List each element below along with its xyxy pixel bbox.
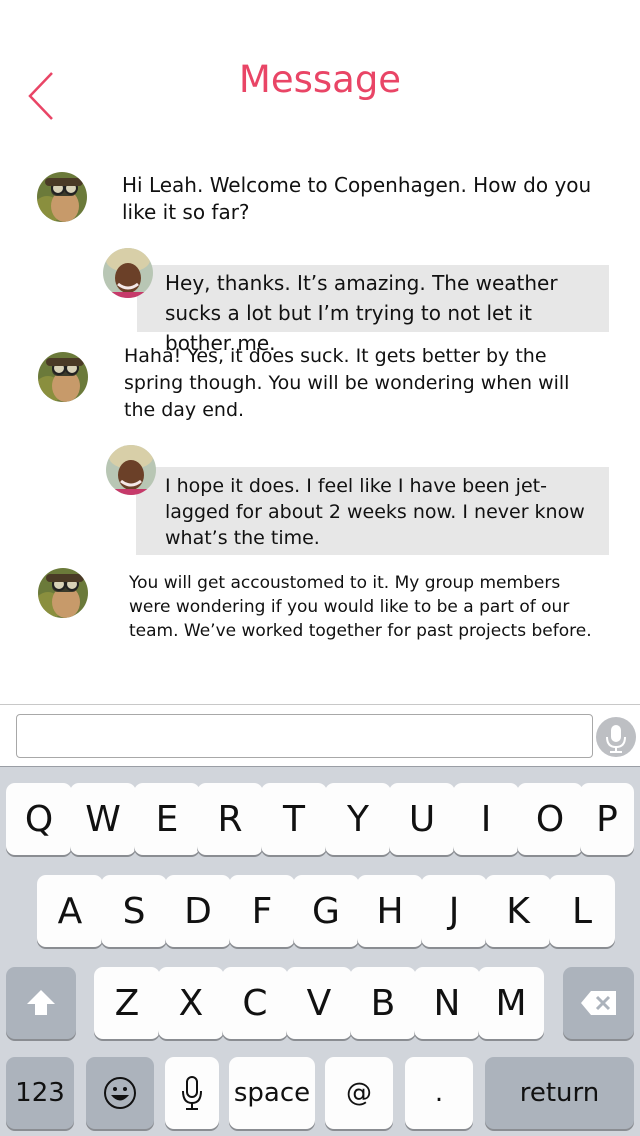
emoji-face-icon <box>104 1077 136 1109</box>
contact-avatar[interactable] <box>38 568 88 618</box>
user-avatar[interactable] <box>103 248 153 298</box>
message-input[interactable] <box>16 714 593 758</box>
key-y[interactable]: Y <box>325 783 391 855</box>
key-n[interactable]: N <box>414 967 480 1039</box>
microphone-icon <box>606 725 626 753</box>
avatar-aviator-goggles-icon <box>38 568 88 618</box>
avatar-aviator-goggles-icon <box>38 352 88 402</box>
page-title: Message <box>238 58 402 101</box>
key-e[interactable]: E <box>134 783 200 855</box>
numbers-key[interactable]: 123 <box>6 1057 74 1129</box>
message-text: Hi Leah. Welcome to Copenhagen. How do y… <box>122 173 592 224</box>
key-f[interactable]: F <box>229 875 295 947</box>
key-i[interactable]: I <box>453 783 519 855</box>
microphone-button[interactable] <box>596 717 636 757</box>
key-m[interactable]: M <box>478 967 544 1039</box>
shift-arrow-icon <box>27 990 55 1015</box>
space-key[interactable]: space <box>229 1057 315 1129</box>
key-t[interactable]: T <box>261 783 327 855</box>
key-p[interactable]: P <box>580 783 634 855</box>
key-x[interactable]: X <box>158 967 224 1039</box>
contact-avatar[interactable] <box>38 352 88 402</box>
dictation-key[interactable] <box>165 1057 219 1129</box>
key-o[interactable]: O <box>517 783 583 855</box>
key-c[interactable]: C <box>222 967 288 1039</box>
avatar-leah-icon <box>106 445 156 495</box>
key-d[interactable]: D <box>165 875 231 947</box>
key-v[interactable]: V <box>286 967 352 1039</box>
message-text: Haha! Yes, it does suck. It gets better … <box>124 345 570 421</box>
message-bubble: I hope it does. I feel like I have been … <box>136 467 609 555</box>
key-g[interactable]: G <box>293 875 359 947</box>
at-key[interactable]: @ <box>325 1057 393 1129</box>
return-key[interactable]: return <box>485 1057 634 1129</box>
key-s[interactable]: S <box>101 875 167 947</box>
emoji-key[interactable] <box>86 1057 154 1129</box>
contact-avatar[interactable] <box>37 172 87 222</box>
key-a[interactable]: A <box>37 875 103 947</box>
message-bubble: Hey, thanks. It’s amazing. The weather s… <box>137 265 609 355</box>
delete-key[interactable] <box>563 967 634 1039</box>
key-h[interactable]: H <box>357 875 423 947</box>
period-key[interactable]: . <box>405 1057 473 1129</box>
key-l[interactable]: L <box>549 875 615 947</box>
message-text: I hope it does. I feel like I have been … <box>165 475 585 549</box>
message-input-bar <box>0 704 640 766</box>
user-avatar[interactable] <box>106 445 156 495</box>
key-u[interactable]: U <box>389 783 455 855</box>
backspace-icon <box>580 991 616 1015</box>
shift-key[interactable] <box>6 967 76 1039</box>
message-text: You will get accoustomed to it. My group… <box>129 573 592 641</box>
keyboard: Q W E R T Y U I O P A S D F G H J K L Z … <box>0 766 640 1136</box>
key-k[interactable]: K <box>485 875 551 947</box>
key-z[interactable]: Z <box>94 967 160 1039</box>
key-r[interactable]: R <box>197 783 263 855</box>
avatar-leah-icon <box>103 248 153 298</box>
microphone-icon <box>182 1076 202 1110</box>
key-b[interactable]: B <box>350 967 416 1039</box>
key-q[interactable]: Q <box>6 783 72 855</box>
key-j[interactable]: J <box>421 875 487 947</box>
avatar-aviator-goggles-icon <box>37 172 87 222</box>
key-w[interactable]: W <box>70 783 136 855</box>
